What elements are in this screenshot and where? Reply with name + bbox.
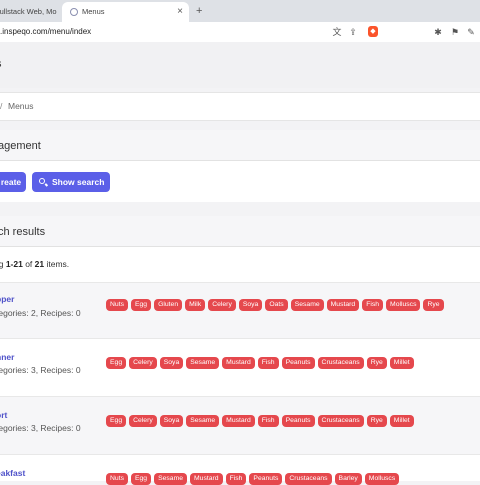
allergen-tag: Egg: [106, 415, 127, 427]
results-header: ch results: [0, 216, 480, 247]
management-heading: agement: [0, 140, 41, 152]
allergen-tag: Soya: [159, 357, 184, 369]
pen-icon[interactable]: ✎: [464, 25, 478, 39]
allergen-tag: Celery: [129, 415, 157, 427]
menu-meta: tegories: 2, Recipes: 0: [0, 308, 81, 318]
results-heading: ch results: [0, 226, 46, 238]
tab-title: Fullstack Web, Mo: [0, 7, 57, 16]
page-header: s: [0, 42, 480, 88]
allergen-tag: Fish: [225, 473, 247, 485]
page-title: s: [0, 58, 2, 70]
allergen-tag: Nuts: [106, 299, 128, 311]
table-row: pper tegories: 2, Recipes: 0 NutsEggGlut…: [0, 282, 480, 339]
allergen-tag: Fish: [362, 299, 384, 311]
favicon-icon: [70, 8, 78, 16]
allergen-tag: Millet: [389, 357, 414, 369]
allergen-tag: Mustard: [326, 299, 360, 311]
allergen-tag: Nuts: [106, 473, 128, 485]
tab-menus[interactable]: Menus ×: [62, 2, 189, 22]
allergen-tag: Celery: [208, 299, 236, 311]
tab-title: Menus: [82, 7, 105, 16]
show-search-label: Show search: [52, 177, 105, 187]
allergen-tag: Soya: [238, 299, 263, 311]
allergen-tag: Soya: [159, 415, 184, 427]
allergen-tag: Sesame: [186, 415, 220, 427]
summary-range: 1-21: [5, 259, 23, 269]
allergen-tag: Crustaceans: [317, 415, 364, 427]
summary-total: 21: [34, 259, 45, 269]
allergen-tags: Nuts Egg Gluten Milk Celery Soya Oats Sesame Mus…: [106, 293, 447, 311]
address-bar[interactable]: .inspeqo.com/menu/index 文 ⇪ ◆ ✱ ⚑ ✎: [0, 22, 480, 43]
allergen-tag: Mustard: [190, 473, 223, 485]
results-card: ch results: [0, 216, 480, 286]
create-button[interactable]: reate: [0, 172, 26, 192]
allergen-tag: Celery: [129, 357, 157, 369]
allergen-tag: Mustard: [222, 357, 255, 369]
menu-name-link[interactable]: eakfast: [0, 468, 25, 478]
allergen-tag: Rye: [423, 299, 444, 311]
allergen-tag: Mustard: [222, 415, 255, 427]
allergen-tag: Oats: [265, 299, 288, 311]
search-icon: [39, 178, 45, 184]
allergen-tag: Barley: [334, 473, 362, 485]
table-row: nner tegories: 3, Recipes: 0 EggCelerySo…: [0, 338, 480, 397]
allergen-tag: Sesame: [290, 299, 324, 311]
allergen-tag: Rye: [366, 415, 387, 427]
breadcrumb-current: Menus: [8, 101, 34, 111]
allergen-tag: Egg: [130, 473, 152, 485]
breadcrumb-separator: /: [0, 101, 3, 111]
translate-icon[interactable]: 文: [330, 25, 344, 39]
breadcrumb: / Menus: [0, 92, 480, 121]
table-row: ort tegories: 3, Recipes: 0 EggCelerySoy…: [0, 396, 480, 455]
management-header: agement: [0, 130, 480, 161]
allergen-tag: Peanuts: [281, 415, 315, 427]
allergen-tag: Rye: [366, 357, 387, 369]
allergen-tag: Milk: [185, 299, 206, 311]
allergen-tag: Egg: [130, 299, 152, 311]
allergen-tag: Crustaceans: [317, 357, 364, 369]
allergen-tag: Gluten: [154, 299, 183, 311]
allergen-tag: Molluscs: [364, 473, 400, 485]
allergen-tag: Molluscs: [386, 299, 421, 311]
allergen-tag: Millet: [389, 415, 414, 427]
brave-shield-icon[interactable]: ◆: [368, 26, 378, 37]
allergen-tags: Egg Celery Soya Sesame Mustard Fish Peanuts Cru…: [106, 409, 417, 427]
browser-tab-bar: Fullstack Web, Mo Menus × +: [0, 0, 480, 22]
allergen-tags: Egg Celery Soya Sesame Mustard Fish Peanuts Cru…: [106, 351, 417, 369]
show-search-button[interactable]: Show search: [32, 172, 110, 192]
allergen-tags: Nuts Egg Sesame Mustard Fish Peanuts Crustacea…: [106, 467, 402, 485]
bookmark-icon[interactable]: ⚑: [448, 25, 462, 39]
menu-name-link[interactable]: nner: [0, 352, 14, 362]
extensions-icon[interactable]: ✱: [431, 25, 445, 39]
allergen-tag: Fish: [257, 357, 279, 369]
tab-fullstack-web[interactable]: Fullstack Web, Mo: [0, 2, 61, 22]
allergen-tag: Fish: [257, 415, 279, 427]
allergen-tag: Sesame: [154, 473, 188, 485]
results-summary: ng 1-21 of 21 items.: [0, 259, 70, 269]
url-text[interactable]: .inspeqo.com/menu/index: [0, 22, 91, 42]
menu-name-link[interactable]: ort: [0, 410, 7, 420]
menu-meta: tegories: 3, Recipes: 0: [0, 423, 81, 433]
allergen-tag: Peanuts: [249, 473, 283, 485]
table-row: eakfast NutsEggSesameMustardFishPeanutsC…: [0, 454, 480, 485]
allergen-tag: Crustaceans: [285, 473, 332, 485]
allergen-tag: Peanuts: [281, 357, 315, 369]
close-tab-icon[interactable]: ×: [177, 2, 183, 22]
menu-meta: tegories: 3, Recipes: 0: [0, 365, 81, 375]
allergen-tag: Sesame: [186, 357, 220, 369]
menu-name-link[interactable]: pper: [0, 294, 14, 304]
share-icon[interactable]: ⇪: [346, 25, 360, 39]
new-tab-button[interactable]: +: [196, 2, 202, 20]
allergen-tag: Egg: [106, 357, 127, 369]
